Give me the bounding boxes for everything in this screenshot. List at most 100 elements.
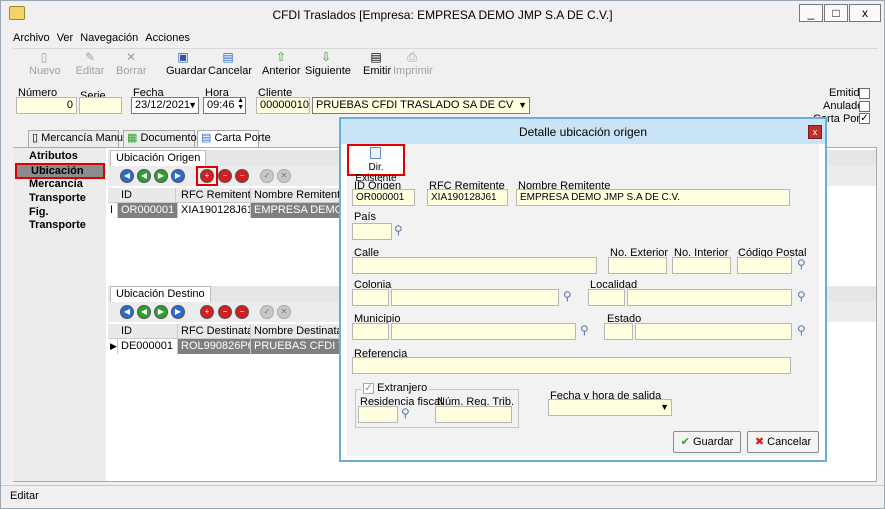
colonia-code-field[interactable] xyxy=(352,289,389,306)
close-button[interactable]: x xyxy=(849,4,881,22)
sidebar-item-transporte[interactable]: Transporte xyxy=(15,192,105,206)
destino-tab[interactable]: Ubicación Destino xyxy=(110,286,211,302)
maximize-button[interactable]: □ xyxy=(824,4,848,22)
remove-record-icon[interactable]: − xyxy=(218,305,232,319)
menu-ver[interactable]: Ver xyxy=(57,32,74,44)
menu-acciones[interactable]: Acciones xyxy=(145,32,190,44)
cancel-icon[interactable]: ✕ xyxy=(277,305,291,319)
dialog-body: Dir. Existente ID Origen OR000001 RFC Re… xyxy=(347,144,819,456)
emitir-button[interactable]: ▤ Emitir xyxy=(363,51,391,78)
numero-field[interactable]: 0 xyxy=(16,97,77,114)
cliente-select[interactable]: PRUEBAS CFDI TRASLADO SA DE CV ▼ xyxy=(312,97,530,114)
column-header[interactable]: ID xyxy=(118,324,178,339)
sidebar-item-atributos[interactable]: Atributos xyxy=(15,150,105,164)
serie-field[interactable] xyxy=(79,97,122,114)
emitido-checkbox[interactable] xyxy=(859,88,870,99)
hora-value: 09:46 xyxy=(207,99,235,111)
estado-field[interactable] xyxy=(635,323,792,340)
menu-navegacion[interactable]: Navegación xyxy=(80,32,138,44)
menu-archivo[interactable]: Archivo xyxy=(13,32,50,44)
column-header[interactable]: RFC Remitente xyxy=(178,188,251,203)
siguiente-button[interactable]: ⇩ Siguiente xyxy=(305,51,351,78)
fecha-salida-select[interactable]: ▼ xyxy=(548,399,672,416)
tab-carta-porte[interactable]: ▤ Carta Porte xyxy=(197,130,271,147)
add-record-icon[interactable]: + xyxy=(200,305,214,319)
remove-record-icon[interactable]: − xyxy=(218,169,232,183)
residencia-field[interactable] xyxy=(358,406,398,423)
municipio-code-field[interactable] xyxy=(352,323,389,340)
tab-mercancia-manual-label: Mercancía Manual xyxy=(41,132,132,144)
edit-record-icon[interactable]: − xyxy=(235,169,249,183)
tab-documentos[interactable]: ▦ Documentos xyxy=(123,130,202,147)
search-icon[interactable]: ⚲ xyxy=(797,258,811,272)
editar-button[interactable]: ✎ Editar xyxy=(75,51,105,78)
anterior-button[interactable]: ⇧ Anterior xyxy=(262,51,301,78)
last-icon[interactable]: ▶ xyxy=(171,305,185,319)
dialog-close-button[interactable]: x xyxy=(808,125,822,139)
sidebar-item-ubicacion[interactable]: Ubicación xyxy=(15,163,105,179)
confirm-icon[interactable]: ✓ xyxy=(260,169,274,183)
next-icon[interactable]: ▶ xyxy=(154,305,168,319)
prev-icon[interactable]: ◀ xyxy=(137,305,151,319)
column-header[interactable]: ID xyxy=(118,188,176,203)
imprimir-button[interactable]: ⎙ Imprimir xyxy=(393,51,433,78)
dropdown-arrow-icon[interactable]: ▼ xyxy=(188,98,197,113)
id-origen-field[interactable]: OR000001 xyxy=(352,189,415,206)
table-row[interactable]: ▶ DE000001 ROL990826P61 PRUEBAS CFDI TRA… xyxy=(108,339,341,354)
colonia-field[interactable] xyxy=(391,289,559,306)
next-icon[interactable]: ▶ xyxy=(154,169,168,183)
search-icon[interactable]: ⚲ xyxy=(563,290,577,304)
add-record-icon[interactable]: + xyxy=(200,169,214,183)
table-row[interactable]: I OR000001 XIA190128J61 EMPRESA DEMO JMP xyxy=(108,203,341,218)
search-icon[interactable]: ⚲ xyxy=(580,324,594,338)
dropdown-arrow-icon[interactable]: ▼ xyxy=(660,400,669,415)
fecha-field[interactable]: 23/12/2021 ▼ xyxy=(131,97,199,114)
cancelar-button[interactable]: ✖ Cancelar xyxy=(747,431,819,453)
edit-record-icon[interactable]: − xyxy=(235,305,249,319)
last-icon[interactable]: ▶ xyxy=(171,169,185,183)
codigo-postal-field[interactable] xyxy=(737,257,792,274)
search-icon[interactable]: ⚲ xyxy=(797,290,811,304)
search-icon[interactable]: ⚲ xyxy=(797,324,811,338)
first-icon[interactable]: ◀ xyxy=(120,305,134,319)
localidad-field[interactable] xyxy=(627,289,792,306)
borrar-button[interactable]: ✕ Borrar xyxy=(116,51,147,78)
spinner-icon[interactable]: ▲ ▼ xyxy=(237,98,244,111)
nombre-remitente-field[interactable]: EMPRESA DEMO JMP S.A DE C.V. xyxy=(516,189,790,206)
column-header[interactable]: Nombre Remitente xyxy=(251,188,341,203)
carta-porte-checkbox[interactable]: ✓ xyxy=(859,113,870,124)
nuevo-button[interactable]: ▯ Nuevo xyxy=(29,51,61,78)
column-header[interactable]: Nombre Destinatario xyxy=(251,324,341,339)
prev-icon[interactable]: ◀ xyxy=(137,169,151,183)
guardar-button[interactable]: ▣ Guardar xyxy=(166,51,206,78)
no-interior-field[interactable] xyxy=(672,257,731,274)
municipio-field[interactable] xyxy=(391,323,576,340)
search-icon[interactable]: ⚲ xyxy=(401,407,415,421)
rfc-remitente-field[interactable]: XIA190128J61 xyxy=(427,189,508,206)
sidebar-item-mercancia[interactable]: Mercancía xyxy=(15,178,105,192)
cliente-code-field[interactable]: 00000010 xyxy=(256,97,310,114)
cancelar-button[interactable]: ▤ Cancelar xyxy=(208,51,252,78)
referencia-field[interactable] xyxy=(352,357,791,374)
tab-mercancia-manual[interactable]: ▯ Mercancía Manual xyxy=(28,130,132,147)
dropdown-arrow-icon[interactable]: ▼ xyxy=(518,98,527,113)
search-icon[interactable]: ⚲ xyxy=(394,224,408,238)
num-reg-field[interactable] xyxy=(435,406,512,423)
minimize-button[interactable]: _ xyxy=(799,4,823,22)
dir-existente-button[interactable]: Dir. Existente xyxy=(347,144,405,184)
confirm-icon[interactable]: ✓ xyxy=(260,305,274,319)
estado-code-field[interactable] xyxy=(604,323,633,340)
calle-field[interactable] xyxy=(352,257,597,274)
pais-field[interactable] xyxy=(352,223,392,240)
origen-tab[interactable]: Ubicación Origen xyxy=(110,150,207,166)
sidebar-item-fig-transporte[interactable]: Fig. Transporte xyxy=(15,206,105,231)
localidad-code-field[interactable] xyxy=(588,289,625,306)
cancel-icon[interactable]: ✕ xyxy=(277,169,291,183)
hora-field[interactable]: 09:46 ▲ ▼ xyxy=(203,97,246,114)
extranjero-checkbox[interactable]: ✓ xyxy=(363,382,374,394)
guardar-button[interactable]: ✔ Guardar xyxy=(673,431,741,453)
first-icon[interactable]: ◀ xyxy=(120,169,134,183)
anulado-checkbox[interactable] xyxy=(859,101,870,112)
column-header[interactable]: RFC Destinatario xyxy=(178,324,251,339)
no-exterior-field[interactable] xyxy=(608,257,667,274)
